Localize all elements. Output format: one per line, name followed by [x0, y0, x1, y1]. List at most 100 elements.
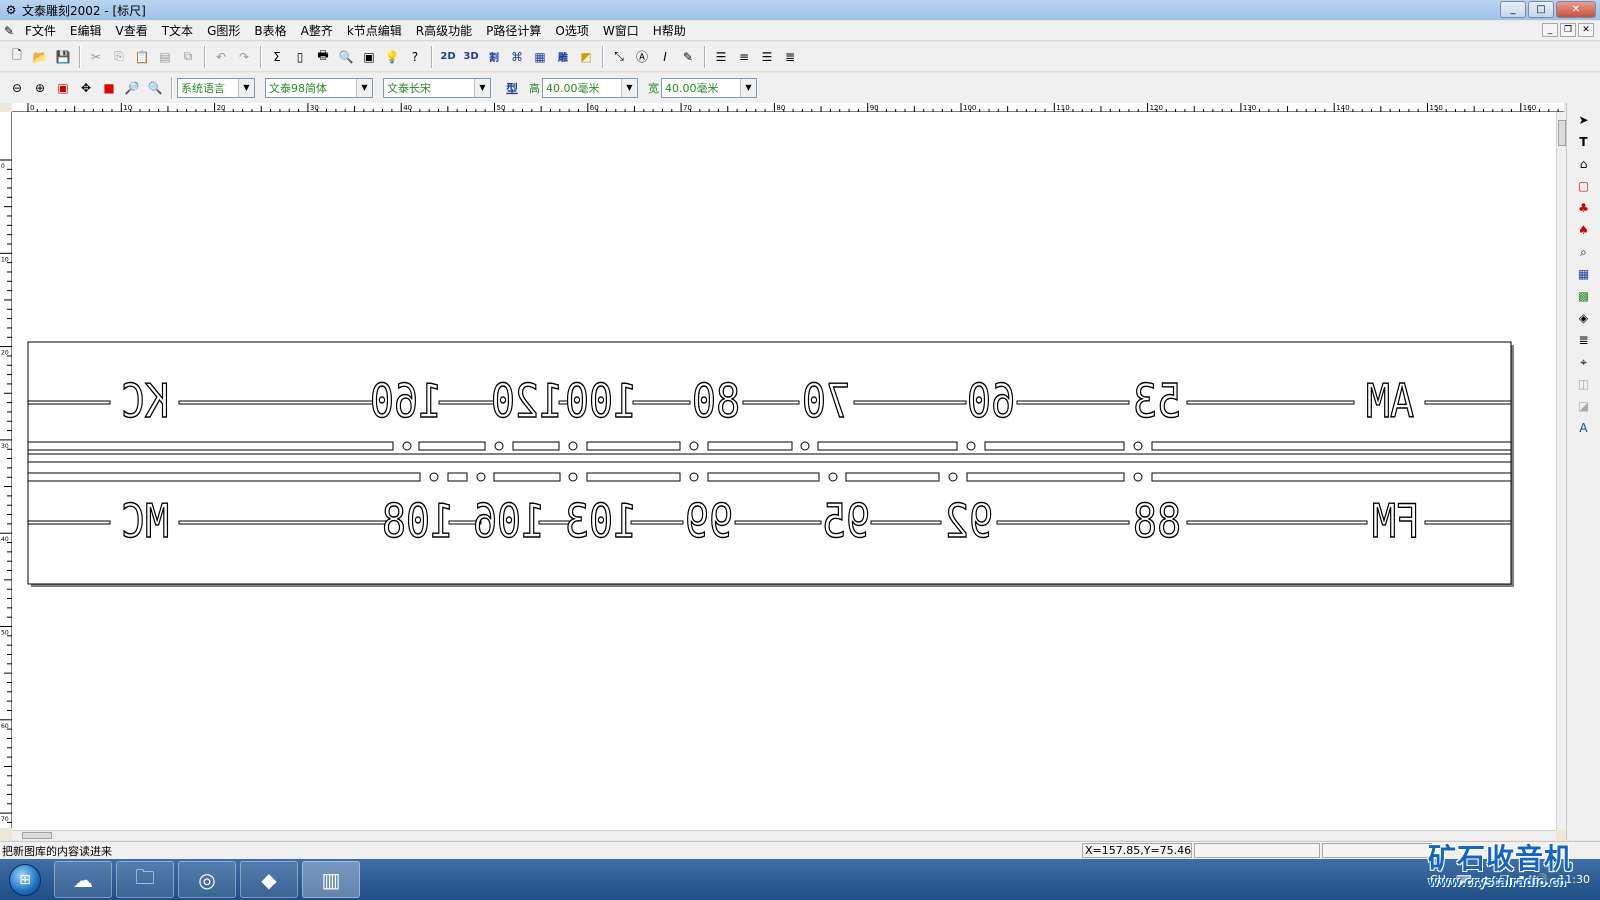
top-scale-label[interactable]: 80 — [691, 375, 740, 430]
paste-special-icon[interactable]: ▤ — [154, 46, 176, 68]
pan-icon[interactable]: ✥ — [75, 77, 97, 99]
menu-align[interactable]: A整齐 — [294, 22, 340, 39]
menu-options[interactable]: O选项 — [548, 22, 595, 39]
frame-icon[interactable]: ▣ — [358, 46, 380, 68]
clone-icon[interactable]: ⧉ — [177, 46, 199, 68]
edit-text-icon[interactable]: ✎ — [677, 46, 699, 68]
bulb-icon[interactable]: 💡 — [381, 46, 403, 68]
save-icon[interactable]: 💾 — [52, 46, 74, 68]
bottom-scale-label[interactable]: 106 — [472, 495, 546, 550]
select-arrow-icon[interactable]: ➤ — [1573, 111, 1595, 130]
menu-window[interactable]: W窗口 — [596, 22, 646, 39]
bottom-scale-label[interactable]: 92 — [944, 495, 993, 550]
font-select-secondary[interactable]: 文泰长宋 ▼ — [383, 78, 491, 98]
engraving-app-taskbar-icon[interactable]: ▥ — [302, 861, 360, 898]
menu-edit[interactable]: E编辑 — [63, 22, 109, 39]
text-box-icon[interactable]: Ⓐ — [631, 46, 653, 68]
vertical-ruler[interactable]: 0 10 20 30 40 50 60 70 — [0, 112, 12, 828]
width-input[interactable]: 40.00毫米 ▼ — [661, 78, 757, 98]
dial-scale-drawing[interactable]: KC 160 120 100 80 70 60 53 AM MC 108 106… — [12, 112, 1556, 830]
resize-icon[interactable]: ⤡ — [608, 46, 630, 68]
magnify-tool-icon[interactable]: ⌕ — [1573, 243, 1595, 262]
drawing-canvas[interactable]: KC 160 120 100 80 70 60 53 AM MC 108 106… — [12, 112, 1556, 830]
horizontal-scrollbar[interactable] — [12, 830, 1556, 840]
start-button[interactable]: ⊞ — [0, 859, 50, 900]
menu-view[interactable]: V查看 — [109, 22, 155, 39]
chevron-down-icon[interactable]: ▼ — [238, 79, 254, 97]
italic-icon[interactable]: I — [654, 46, 676, 68]
top-scale-label[interactable]: 70 — [801, 375, 850, 430]
menu-text[interactable]: T文本 — [155, 22, 200, 39]
top-scale-label[interactable]: 120 — [490, 375, 564, 430]
zoom-fit-icon[interactable]: ▣ — [52, 77, 74, 99]
3d-button[interactable]: 3D — [460, 46, 482, 68]
height-input[interactable]: 40.00毫米 ▼ — [542, 78, 638, 98]
browser-icon[interactable]: ◎ — [178, 861, 236, 898]
align-right-icon[interactable]: ☰ — [756, 46, 778, 68]
dial-frame[interactable] — [27, 341, 1512, 585]
zoom-in-icon[interactable]: ⊕ — [29, 77, 51, 99]
bottom-scale-label[interactable]: 103 — [564, 495, 638, 550]
bottom-scale-label[interactable]: 108 — [381, 495, 455, 550]
engrave-button[interactable]: 雕 — [552, 46, 574, 68]
zoom-page-icon[interactable]: 🔍 — [144, 77, 166, 99]
align-center-icon[interactable]: ≡ — [733, 46, 755, 68]
doc-restore-button[interactable]: ❐ — [1560, 23, 1576, 37]
cherry-tool-icon[interactable]: ♣ — [1573, 199, 1595, 218]
print-preview-icon[interactable]: 🔍 — [335, 46, 357, 68]
app-icon[interactable]: ⚙ — [4, 3, 18, 17]
undo-icon[interactable]: ↶ — [210, 46, 232, 68]
font-select-primary[interactable]: 文泰98简体 ▼ — [265, 78, 373, 98]
2d-button[interactable]: 2D — [437, 46, 459, 68]
top-scale-label[interactable]: 60 — [966, 375, 1015, 430]
paint-bucket-icon[interactable]: ◈ — [1573, 309, 1595, 328]
paste-icon[interactable]: 📋 — [131, 46, 153, 68]
menu-advanced[interactable]: R高级功能 — [409, 22, 479, 39]
maximize-button[interactable]: □ — [1528, 1, 1554, 18]
vertical-scrollbar[interactable] — [1556, 112, 1566, 830]
sum-icon[interactable]: Σ — [266, 46, 288, 68]
top-scale-label[interactable]: 160 — [369, 375, 443, 430]
menu-node-edit[interactable]: k节点编辑 — [340, 22, 409, 39]
print-icon[interactable]: 🖶 — [312, 46, 334, 68]
shape-tool-icon[interactable]: ⌂ — [1573, 155, 1595, 174]
zoom-selection-icon[interactable]: 🔎 — [121, 77, 143, 99]
bottom-unit-label[interactable]: MC — [120, 495, 169, 550]
open-folder-icon[interactable]: 📂 — [29, 46, 51, 68]
menu-file[interactable]: F文件 — [18, 22, 63, 39]
doc-minimize-button[interactable]: _ — [1542, 23, 1558, 37]
bottom-band-label[interactable]: FM — [1371, 495, 1420, 550]
color-icon[interactable]: ◩ — [575, 46, 597, 68]
bottom-scale-label[interactable]: 99 — [684, 495, 733, 550]
chevron-down-icon[interactable]: ▼ — [356, 79, 372, 97]
align-left-icon[interactable]: ☰ — [710, 46, 732, 68]
text-convert-icon[interactable]: A — [1573, 419, 1595, 438]
cut-icon[interactable]: ✂ — [85, 46, 107, 68]
bottom-scale-label[interactable]: 95 — [821, 495, 870, 550]
top-scale-label[interactable]: 100 — [564, 375, 638, 430]
menu-table[interactable]: B表格 — [247, 22, 293, 39]
top-scale-label[interactable]: 53 — [1132, 375, 1181, 430]
rectangle-tool-icon[interactable]: ▢ — [1573, 177, 1595, 196]
bottom-scale-label[interactable]: 88 — [1132, 495, 1181, 550]
menu-path[interactable]: P路径计算 — [479, 22, 548, 39]
horizontal-ruler[interactable]: 0 10 20 30 40 50 60 70 80 90 100 110 120 130 140 150 160 — [12, 103, 1564, 112]
color-swatch-icon[interactable]: ■ — [98, 77, 120, 99]
list-tool-icon[interactable]: ≣ — [1573, 331, 1595, 350]
copy-tool-icon[interactable]: ◪ — [1573, 397, 1595, 416]
fill-tool-icon[interactable]: ♠ — [1573, 221, 1595, 240]
menu-graphics[interactable]: G图形 — [200, 22, 247, 39]
justify-icon[interactable]: ≣ — [779, 46, 801, 68]
media-app-icon[interactable]: ◆ — [240, 861, 298, 898]
document-menu-icon[interactable]: ✎ — [0, 24, 18, 38]
chevron-down-icon[interactable]: ▼ — [740, 79, 756, 97]
fill-icon[interactable]: ▦ — [529, 46, 551, 68]
chevron-down-icon[interactable]: ▼ — [621, 79, 637, 97]
language-select[interactable]: 系统语言 ▼ — [177, 78, 255, 98]
menu-help[interactable]: H帮助 — [646, 22, 693, 39]
cloud-app-icon[interactable]: ☁ — [54, 861, 112, 898]
zoom-out-icon[interactable]: ⊖ — [6, 77, 28, 99]
cut-mode-button[interactable]: 割 — [483, 46, 505, 68]
node-icon[interactable]: ⌘ — [506, 46, 528, 68]
node-tool-icon[interactable]: ⌖ — [1573, 353, 1595, 372]
